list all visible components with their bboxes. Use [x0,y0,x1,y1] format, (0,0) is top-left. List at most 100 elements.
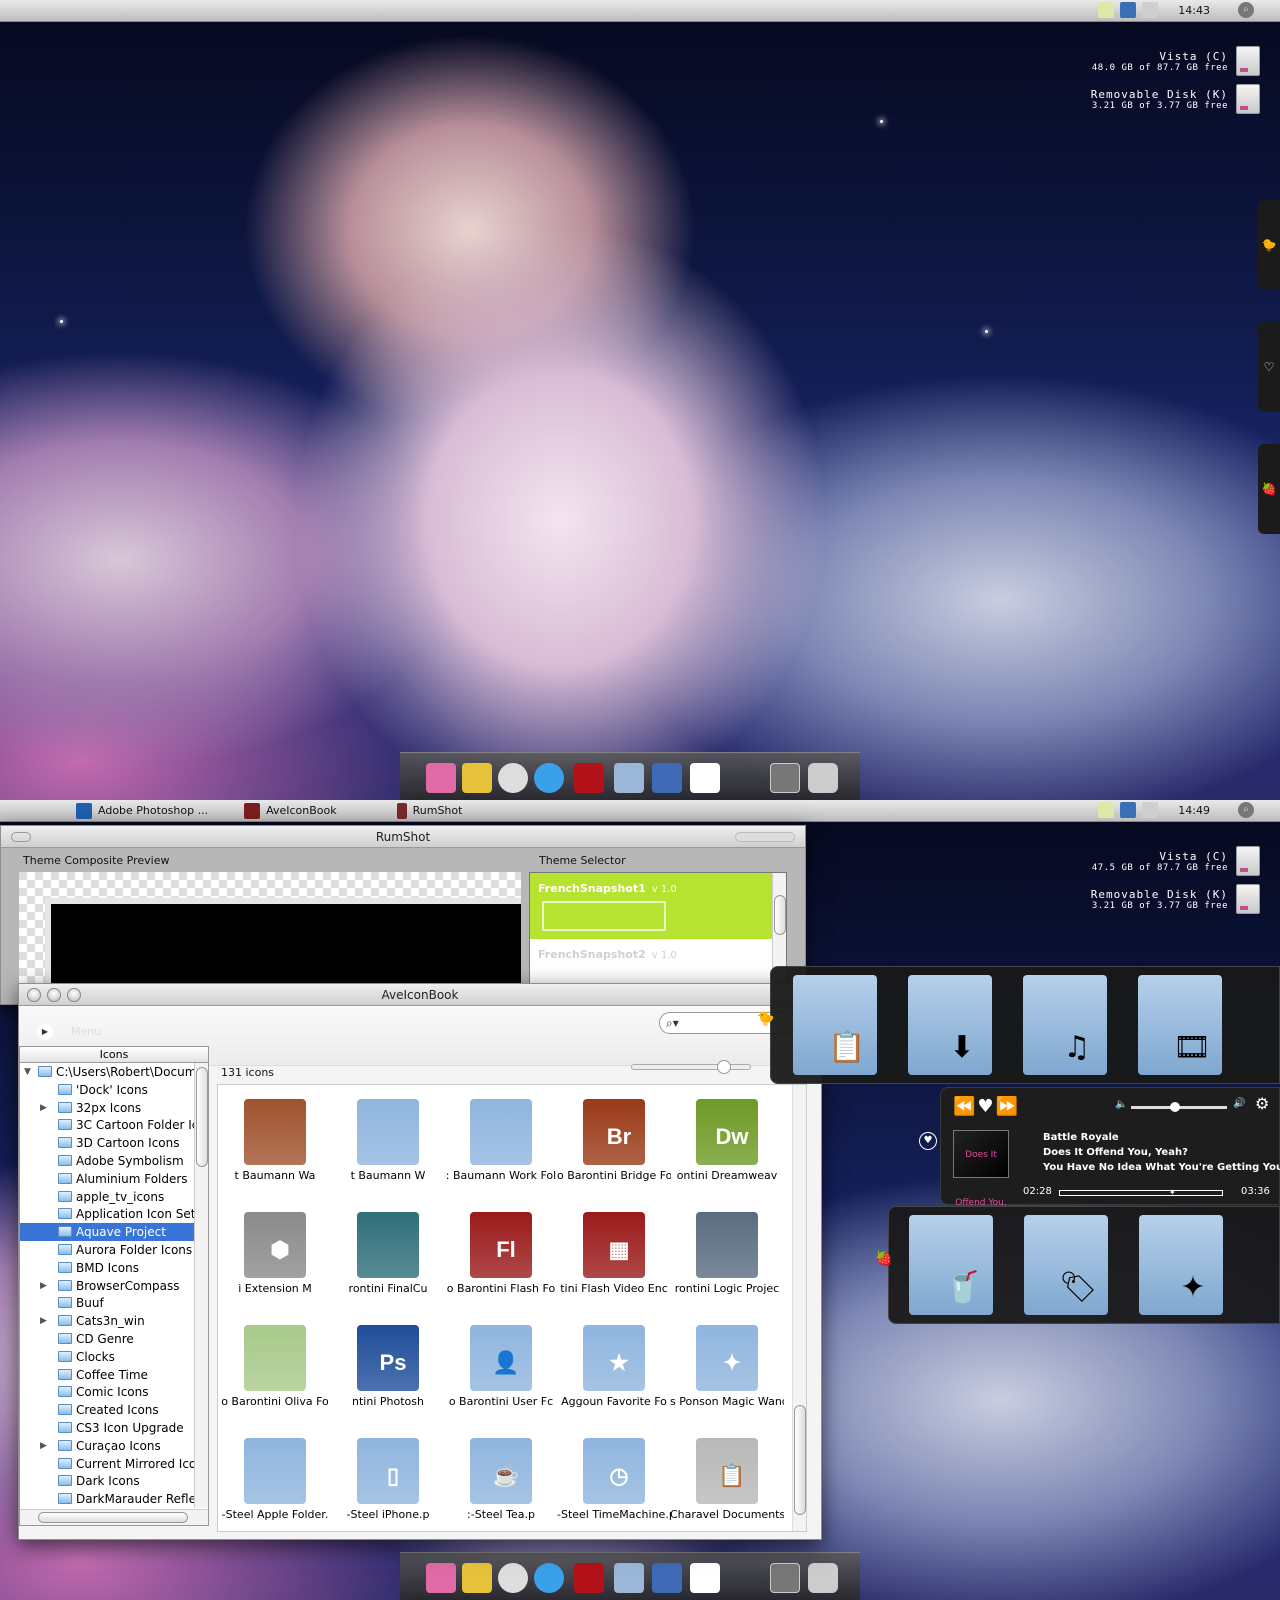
slurpee-folder-icon[interactable]: 🥤 [909,1215,993,1315]
theater-curtain-icon[interactable] [574,1563,604,1593]
icon-cell[interactable]: t Baumann Wa [218,1085,332,1197]
stack-icon[interactable] [770,1563,800,1593]
love-icon[interactable]: ♥ [977,1096,995,1117]
tree-column-header[interactable]: Icons [20,1047,208,1063]
tree-item[interactable]: apple_tv_icons [20,1188,208,1206]
tree-item[interactable]: CS3 Icon Upgrade [20,1419,208,1437]
delivery-truck-icon[interactable] [462,763,492,793]
tree-item[interactable]: Current Mirrored Icons [20,1455,208,1473]
tree-item[interactable]: Buuf [20,1294,208,1312]
icon-cell[interactable]: o Barontini Oliva Fo [218,1311,332,1423]
movie-app-icon[interactable] [652,763,682,793]
next-icon[interactable]: ⏩ [996,1096,1020,1117]
disclosure-collapsed-icon[interactable]: ▶ [40,1099,47,1117]
stack-tab-chick[interactable]: 🐤 [1258,200,1280,290]
icon-cell[interactable]: -Steel Apple Folder. [218,1424,332,1531]
tree-item[interactable]: CD Genre [20,1330,208,1348]
previous-icon[interactable]: ⏪ [953,1096,977,1117]
icon-cell[interactable]: ✦ s Ponson Magic Wand [670,1311,784,1423]
slider-knob[interactable] [716,1060,731,1074]
tree-item[interactable]: Comic Icons [20,1383,208,1401]
volume-slider[interactable] [1131,1102,1227,1112]
film-folder-icon[interactable]: 🎞 [1138,975,1222,1075]
clock[interactable]: 14:49 [1178,804,1210,817]
tree-item[interactable]: ▶ Cats3n_win [20,1312,208,1330]
disclosure-collapsed-icon[interactable]: ▶ [40,1312,47,1330]
drive-vista[interactable]: Vista (C) 48.0 GB of 87.7 GB free [1092,46,1260,76]
tree-item[interactable]: Adobe Symbolism [20,1152,208,1170]
stack-tab-strawberry[interactable]: 🍓 [1258,444,1280,534]
icon-cell[interactable]: 📋 Charavel Documents [670,1424,784,1531]
tree-item[interactable]: DarkMarauder Reflections [20,1490,208,1508]
progress-knob[interactable]: ✦ [1169,1188,1176,1198]
theater-curtain-icon[interactable] [574,763,604,793]
tree-horizontal-scrollbar[interactable] [20,1509,208,1525]
toolbar-toggle-button[interactable] [11,832,31,842]
tree-vertical-scrollbar[interactable] [194,1063,208,1508]
tree-item[interactable]: Created Icons [20,1401,208,1419]
theme-item[interactable]: FrenchSnapshot1 v 1.0 [530,873,786,939]
icon-cell[interactable]: rontini Logic Projec [670,1198,784,1310]
taskbar-app-rumshot[interactable]: RumShot [396,802,462,819]
window-controls[interactable] [735,832,795,842]
menu-disclosure-icon[interactable]: ▶ [37,1024,53,1040]
power-icon[interactable] [1098,802,1115,818]
icon-cell[interactable]: ★ Aggoun Favorite Fo [557,1311,671,1423]
pen-cup-icon[interactable] [614,763,644,793]
chick-icon[interactable]: 🐤 [757,1011,774,1027]
tree-item[interactable]: ▶ Curaçao Icons [20,1437,208,1455]
icon-cell[interactable]: rontini FinalCu [331,1198,445,1310]
drive-removable[interactable]: Removable Disk (K) 3.21 GB of 3.77 GB fr… [1091,884,1260,914]
tree-item[interactable]: 3C Cartoon Folder Icons [20,1116,208,1134]
icon-cell[interactable]: : Baumann Work Fol [444,1085,558,1197]
stack-icon[interactable] [770,763,800,793]
trash-icon[interactable] [808,1563,838,1593]
minimize-button[interactable] [47,988,61,1002]
volume-icon[interactable] [1142,2,1159,18]
tree-item[interactable]: ▼ C:\Users\Robert\Documents [20,1063,208,1081]
icon-cell[interactable]: t Baumann W [331,1085,445,1197]
taskbar-app-photoshop[interactable]: Adobe Photoshop ... [76,802,208,819]
pink-app-icon[interactable] [426,1563,456,1593]
clipboard-folder-icon[interactable]: 📋 [793,975,877,1075]
stack-tab-heart[interactable]: ♡ [1258,322,1280,412]
tree-item[interactable]: 'Dock' Icons [20,1081,208,1099]
volume-knob[interactable] [1169,1102,1180,1112]
tree-item[interactable]: Clocks [20,1348,208,1366]
icon-cell[interactable]: Br o Barontini Bridge Fo [557,1085,671,1197]
close-button[interactable] [27,988,41,1002]
ichat-icon[interactable] [534,1563,564,1593]
clock[interactable]: 14:43 [1178,4,1210,17]
tree-item[interactable]: ▶ BrowserCompass [20,1277,208,1295]
tag-folder-icon[interactable]: 🏷 [1024,1215,1108,1315]
tree-item[interactable]: Application Icon Set [20,1205,208,1223]
icon-cell[interactable]: ▯ -Steel iPhone.p [331,1424,445,1531]
icon-cell[interactable]: ▦ tini Flash Video Enc [557,1198,671,1310]
calendar-icon[interactable] [690,763,720,793]
music-folder-icon[interactable]: ♫ [1023,975,1107,1075]
downloads-folder-icon[interactable]: ⬇ [908,975,992,1075]
tree-item[interactable]: Coffee Time [20,1366,208,1384]
icon-cell[interactable]: ◷ -Steel TimeMachine.p [557,1424,671,1531]
icon-size-slider[interactable] [631,1060,751,1074]
magic-wand-folder-icon[interactable]: ✦ [1139,1215,1223,1315]
network-icon[interactable] [1120,2,1137,18]
drive-removable[interactable]: Removable Disk (K) 3.21 GB of 3.77 GB fr… [1091,84,1260,114]
spotlight-search-icon[interactable]: ⌕ [1238,2,1254,18]
tree-item[interactable]: Aquave Project [20,1223,208,1241]
tree-item[interactable]: BMD Icons [20,1259,208,1277]
drive-vista[interactable]: Vista (C) 47.5 GB of 87.7 GB free [1092,846,1260,876]
tree-item[interactable]: Dark Icons [20,1472,208,1490]
network-icon[interactable] [1120,802,1137,818]
power-icon[interactable] [1098,2,1115,18]
itunes-icon[interactable] [498,763,528,793]
zoom-button[interactable] [67,988,81,1002]
volume-icon[interactable] [1142,802,1159,818]
icon-cell[interactable]: ☕:-Steel Tea.p [444,1424,558,1531]
menu-label[interactable]: Menu [71,1025,101,1038]
movie-app-icon[interactable] [652,1563,682,1593]
spotlight-search-icon[interactable]: ⌕ [1238,802,1254,818]
trash-icon[interactable] [808,763,838,793]
disclosure-collapsed-icon[interactable]: ▶ [40,1277,47,1295]
disclosure-expanded-icon[interactable]: ▼ [24,1063,31,1081]
